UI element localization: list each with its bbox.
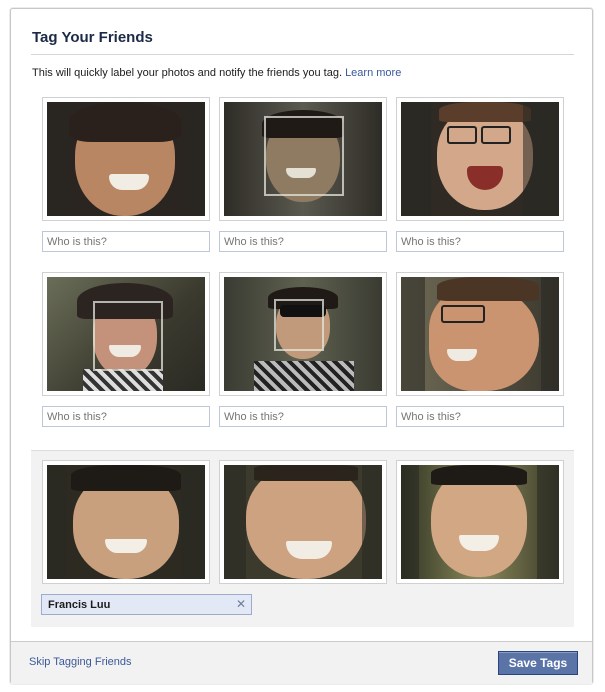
- face-photo-6[interactable]: [396, 272, 564, 396]
- dialog-title: Tag Your Friends: [32, 29, 153, 46]
- remove-tag-icon[interactable]: ✕: [236, 597, 246, 611]
- face-photo-2[interactable]: [219, 97, 387, 221]
- group-photo-2[interactable]: [219, 460, 387, 584]
- face-photo-5[interactable]: [219, 272, 387, 396]
- who-is-this-input[interactable]: [396, 406, 564, 427]
- who-is-this-input[interactable]: [219, 231, 387, 252]
- intro-text: This will quickly label your photos and …: [32, 67, 401, 79]
- save-tags-button[interactable]: Save Tags: [498, 651, 578, 675]
- skip-tagging-link[interactable]: Skip Tagging Friends: [29, 656, 132, 668]
- who-is-this-input[interactable]: [396, 231, 564, 252]
- who-is-this-input[interactable]: [42, 231, 210, 252]
- tagged-group-section: Francis Luu ✕: [31, 450, 574, 627]
- face-photo-4[interactable]: [42, 272, 210, 396]
- who-is-this-input[interactable]: [219, 406, 387, 427]
- face-photo-1[interactable]: [42, 97, 210, 221]
- intro-description: This will quickly label your photos and …: [32, 67, 342, 79]
- learn-more-link[interactable]: Learn more: [345, 67, 401, 79]
- dialog-footer: Skip Tagging Friends Save Tags: [11, 641, 592, 684]
- face-photo-3[interactable]: [396, 97, 564, 221]
- tagged-name-token[interactable]: Francis Luu ✕: [41, 594, 252, 615]
- tagged-name: Francis Luu: [48, 599, 111, 611]
- group-photo-1[interactable]: [42, 460, 210, 584]
- group-photo-3[interactable]: [396, 460, 564, 584]
- title-divider: [31, 54, 574, 55]
- tag-friends-dialog: Tag Your Friends This will quickly label…: [10, 8, 593, 684]
- who-is-this-input[interactable]: [42, 406, 210, 427]
